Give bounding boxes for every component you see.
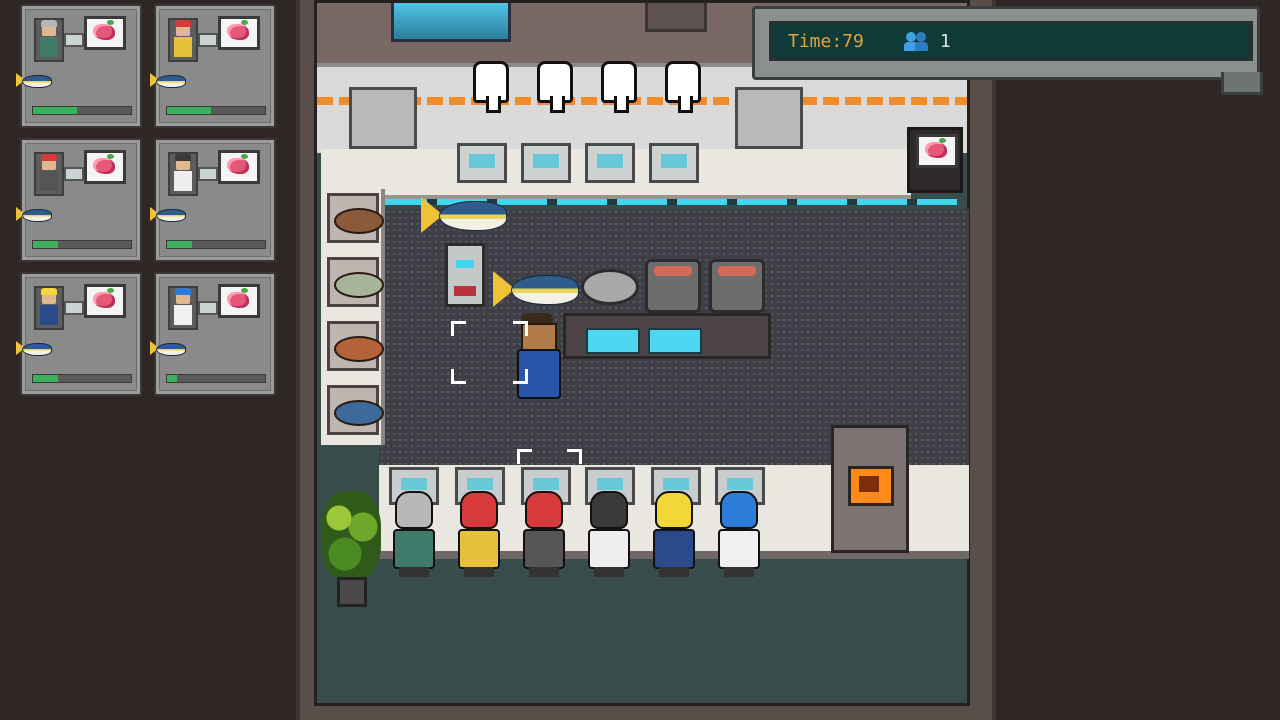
order-card	[150, 4, 276, 128]
tuna-sashimi-icon	[84, 150, 126, 184]
order-progress-bar	[32, 106, 132, 115]
order-card	[16, 138, 142, 262]
speech-bubble-icon	[64, 33, 84, 47]
tuna-sashimi-icon	[84, 16, 126, 50]
queued-customer	[519, 491, 569, 579]
tuna-fish-icon	[150, 72, 192, 88]
speech-bubble-icon	[64, 301, 84, 315]
red-hair-customer-2-icon	[34, 152, 64, 196]
order-card	[150, 272, 276, 396]
queued-customer	[454, 491, 504, 579]
order-progress-bar	[32, 374, 132, 383]
queued-customer	[584, 491, 634, 579]
shelf-slot[interactable]	[327, 257, 384, 307]
selection-corner	[517, 449, 532, 464]
pointing-hand-icon	[601, 61, 637, 113]
pointing-hand-icon	[537, 61, 573, 113]
selection-corner	[513, 369, 528, 384]
tuna-fish-icon	[16, 206, 58, 222]
plate-slot[interactable]	[585, 143, 635, 183]
order-progress-bar	[32, 240, 132, 249]
potted-plant	[321, 491, 381, 611]
blue-hair-customer-icon	[168, 286, 198, 330]
plate-slot[interactable]	[521, 143, 571, 183]
selection-corner	[451, 321, 466, 336]
pointing-hand-icon	[473, 61, 509, 113]
pointing-hand-icon	[665, 61, 701, 113]
tuna-sashimi-icon	[218, 284, 260, 318]
cooking-pot[interactable]	[709, 259, 765, 313]
hud-display: Time:79 1	[769, 21, 1253, 61]
red-hair-customer-icon	[168, 18, 198, 62]
tuna-sashimi-icon	[84, 284, 126, 318]
queued-customer	[714, 491, 764, 579]
flounder-icon[interactable]	[334, 208, 384, 234]
stove-counter[interactable]	[563, 313, 771, 359]
queued-customer	[389, 491, 439, 579]
order-terminal[interactable]	[831, 425, 909, 553]
order-card	[16, 4, 142, 128]
selection-corner	[513, 321, 528, 336]
tuna-fish-icon[interactable]	[421, 193, 513, 237]
tuna-fish-icon	[16, 340, 58, 356]
shelf-slot[interactable]	[327, 321, 384, 371]
speech-bubble-icon	[198, 33, 218, 47]
tuna-fish-icon	[150, 340, 192, 356]
cutting-machine[interactable]	[445, 243, 485, 307]
speech-bubble-icon	[64, 167, 84, 181]
kitchen-map	[314, 0, 970, 706]
terminal-screen[interactable]	[848, 466, 894, 506]
order-progress-bar	[166, 374, 266, 383]
selection-corner	[567, 449, 582, 464]
queued-customer	[649, 491, 699, 579]
fridge-right[interactable]	[735, 87, 803, 149]
plate-slot[interactable]	[649, 143, 699, 183]
snapper-icon[interactable]	[334, 336, 384, 362]
tuna-sashimi-icon	[218, 150, 260, 184]
speech-bubble-icon	[198, 301, 218, 315]
window	[391, 3, 511, 42]
tuna-sashimi-icon	[218, 16, 260, 50]
fridge-left[interactable]	[349, 87, 417, 149]
player-count: 1	[939, 30, 951, 52]
order-progress-bar	[166, 106, 266, 115]
plate-slot[interactable]	[457, 143, 507, 183]
fish-shelf	[321, 189, 385, 445]
gray-hair-customer-icon	[34, 18, 64, 62]
tuna-shelf-icon[interactable]	[334, 400, 384, 426]
order-card	[16, 272, 142, 396]
shelf-slot[interactable]	[327, 385, 384, 435]
shelf-slot[interactable]	[327, 193, 384, 243]
tuna-fish-icon	[16, 72, 58, 88]
order-card	[150, 138, 276, 262]
mackerel-icon[interactable]	[334, 272, 384, 298]
served-dish-station[interactable]	[907, 127, 963, 193]
timer-text: Time:79	[788, 30, 864, 52]
selection-corner	[451, 369, 466, 384]
frying-pan[interactable]	[581, 269, 639, 305]
dark-hair-customer-icon	[168, 152, 198, 196]
hud-panel: Time:79 1	[752, 6, 1263, 95]
tuna-sashimi-icon[interactable]	[916, 134, 958, 168]
wall-vent	[645, 3, 707, 32]
tuna-fish-icon	[150, 206, 192, 222]
speech-bubble-icon	[198, 167, 218, 181]
blonde-customer-icon	[34, 286, 64, 330]
cooking-pot[interactable]	[645, 259, 701, 313]
order-progress-bar	[166, 240, 266, 249]
held-tuna-icon	[493, 267, 585, 311]
players-icon	[903, 30, 928, 52]
